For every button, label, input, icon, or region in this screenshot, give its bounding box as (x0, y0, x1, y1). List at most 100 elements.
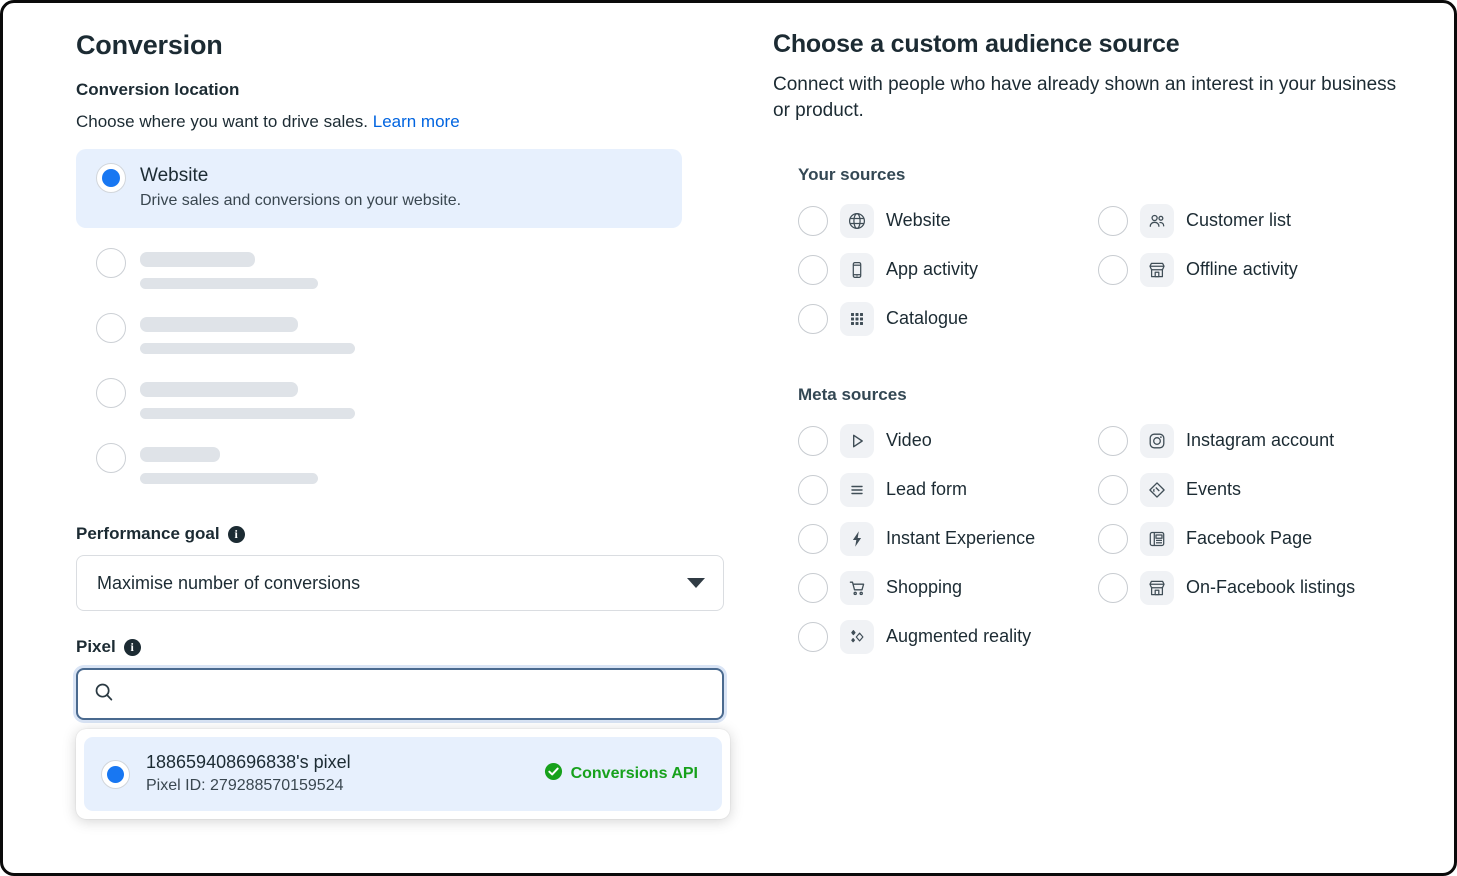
radio-source[interactable] (798, 474, 828, 505)
page-icon (1140, 521, 1174, 556)
source-item-app-activity[interactable]: App activity (798, 245, 1098, 294)
meta-sources-list: Video Instagram account Lead form Events Ins… (798, 416, 1454, 661)
instagram-icon (1140, 423, 1174, 458)
conversions-api-label: Conversions API (570, 765, 698, 783)
placeholder-bars (140, 313, 355, 355)
grid-icon (840, 301, 874, 336)
radio-source[interactable] (1098, 572, 1128, 603)
source-item-events[interactable]: Events (1098, 465, 1398, 514)
storefront-icon (1140, 570, 1174, 605)
info-icon[interactable]: i (123, 638, 141, 656)
sparkles-icon (840, 619, 874, 654)
radio-source[interactable] (1098, 205, 1128, 236)
placeholder-bar (140, 278, 318, 290)
conversion-location-description-text: Choose where you want to drive sales. (76, 111, 368, 131)
source-label: Website (886, 210, 951, 231)
storefront-icon (1140, 252, 1174, 287)
mobile-icon (840, 252, 874, 287)
radio-placeholder[interactable] (96, 378, 126, 409)
source-item-instant-experience[interactable]: Instant Experience (798, 514, 1098, 563)
radio-source[interactable] (1098, 523, 1128, 554)
radio-placeholder[interactable] (96, 443, 126, 474)
source-item-augmented-reality[interactable]: Augmented reality (798, 612, 1098, 661)
pixel-search-field[interactable] (76, 668, 724, 721)
audience-title: Choose a custom audience source (773, 30, 1180, 58)
learn-more-link[interactable]: Learn more (373, 112, 460, 131)
source-label: App activity (886, 259, 979, 280)
conversions-api-badge: Conversions API (544, 762, 706, 786)
conversion-location-option-website[interactable]: Website Drive sales and conversions on y… (76, 148, 682, 229)
source-label: Instagram account (1186, 430, 1335, 451)
pixel-option[interactable]: 188659408696838's pixel Pixel ID: 279288… (84, 737, 722, 812)
source-item-shopping[interactable]: Shopping (798, 563, 1098, 612)
conversion-location-label: Conversion location (76, 80, 240, 100)
conversion-location-placeholder-list (76, 238, 745, 498)
source-label: Instant Experience (886, 528, 1036, 549)
ticket-icon (1140, 472, 1174, 507)
chevron-down-icon (687, 578, 705, 589)
placeholder-bar (140, 252, 255, 268)
source-label: Lead form (886, 479, 968, 500)
placeholder-bars (140, 443, 318, 485)
source-label: Customer list (1186, 210, 1292, 231)
placeholder-bar (140, 473, 318, 485)
performance-goal-label: Performance goal (76, 524, 220, 544)
radio-source[interactable] (798, 303, 828, 334)
pixel-option-title: 188659408696838's pixel (146, 752, 351, 773)
conversion-location-placeholder-row[interactable] (76, 303, 745, 368)
radio-source[interactable] (1098, 474, 1128, 505)
your-sources-title: Your sources (798, 165, 906, 185)
pixel-label-row: Pixel i (76, 637, 745, 657)
radio-source[interactable] (798, 621, 828, 652)
option-title: Website (140, 164, 209, 186)
source-item-video[interactable]: Video (798, 416, 1098, 465)
source-label: Offline activity (1186, 259, 1298, 280)
audience-panel: Choose a custom audience source Connect … (745, 3, 1454, 873)
radio-pixel-option[interactable] (101, 759, 130, 789)
bolt-icon (840, 521, 874, 556)
radio-placeholder[interactable] (96, 248, 126, 279)
radio-source[interactable] (1098, 425, 1128, 456)
page-title: Conversion (76, 30, 223, 60)
radio-source[interactable] (1098, 254, 1128, 285)
radio-source[interactable] (798, 523, 828, 554)
source-label: Events (1186, 479, 1242, 500)
conversion-location-placeholder-row[interactable] (76, 368, 745, 433)
source-item-instagram-account[interactable]: Instagram account (1098, 416, 1398, 465)
radio-source[interactable] (798, 572, 828, 603)
radio-website[interactable] (96, 162, 126, 193)
source-label: Facebook Page (1186, 528, 1313, 549)
source-item-on-facebook-listings[interactable]: On-Facebook listings (1098, 563, 1398, 612)
people-icon (1140, 203, 1174, 238)
pixel-search-input[interactable] (114, 683, 706, 706)
source-item-facebook-page[interactable]: Facebook Page (1098, 514, 1398, 563)
radio-source[interactable] (798, 425, 828, 456)
list-icon (840, 472, 874, 507)
performance-goal-label-row: Performance goal i (76, 524, 745, 544)
radio-source[interactable] (798, 205, 828, 236)
meta-sources-title: Meta sources (798, 385, 907, 405)
conversion-location-placeholder-row[interactable] (76, 238, 745, 303)
conversion-location-placeholder-row[interactable] (76, 433, 745, 498)
pixel-label: Pixel (76, 637, 116, 657)
conversion-location-description: Choose where you want to drive sales. Le… (76, 111, 745, 133)
screen: Conversion Conversion location Choose wh… (0, 0, 1457, 876)
info-icon[interactable]: i (227, 525, 245, 543)
radio-source[interactable] (798, 254, 828, 285)
conversion-panel: Conversion Conversion location Choose wh… (3, 3, 745, 873)
placeholder-bars (140, 248, 318, 290)
source-item-website[interactable]: Website (798, 196, 1098, 245)
source-item-catalogue[interactable]: Catalogue (798, 294, 1098, 343)
source-item-offline-activity[interactable]: Offline activity (1098, 245, 1398, 294)
source-item-lead-form[interactable]: Lead form (798, 465, 1098, 514)
pixel-option-id: Pixel ID: 279288570159524 (146, 777, 344, 795)
option-description: Drive sales and conversions on your webs… (140, 192, 462, 210)
performance-goal-select[interactable]: Maximise number of conversions (76, 555, 724, 612)
source-item-customer-list[interactable]: Customer list (1098, 196, 1398, 245)
placeholder-bars (140, 378, 355, 420)
performance-goal-value: Maximise number of conversions (97, 572, 361, 593)
radio-placeholder[interactable] (96, 313, 126, 344)
cart-icon (840, 570, 874, 605)
source-label: On-Facebook listings (1186, 577, 1356, 598)
play-icon (840, 423, 874, 458)
